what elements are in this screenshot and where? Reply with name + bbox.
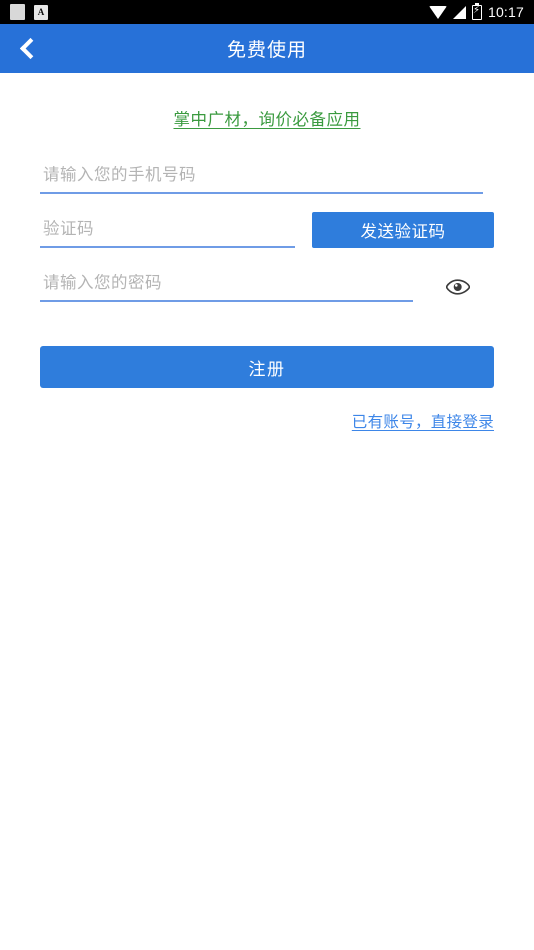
- password-field[interactable]: [40, 266, 413, 302]
- app-bar: 免费使用: [0, 24, 534, 73]
- wifi-icon: [428, 5, 447, 19]
- app-badge-icon: A: [34, 4, 48, 20]
- app-screen: A 10:17 免费使用 掌中广材，询价必备应用: [0, 0, 534, 950]
- code-field-row: 发送验证码: [40, 212, 494, 248]
- notification-square-icon: [10, 4, 25, 20]
- verification-code-field[interactable]: [40, 212, 295, 248]
- eye-icon: [446, 279, 470, 295]
- password-visibility-toggle[interactable]: [444, 272, 472, 302]
- app-slogan: 掌中广材，询价必备应用: [173, 111, 361, 129]
- send-verification-code-button[interactable]: 发送验证码: [312, 212, 494, 248]
- existing-account-login-link[interactable]: 已有账号，直接登录: [352, 414, 494, 431]
- login-link-container: 已有账号，直接登录: [0, 410, 534, 432]
- status-bar-indicators: 10:17: [428, 2, 524, 20]
- chevron-left-icon: [19, 37, 42, 60]
- verification-code-input[interactable]: [40, 219, 295, 239]
- password-input[interactable]: [40, 273, 413, 293]
- register-button[interactable]: 注册: [40, 346, 494, 388]
- registration-content: 掌中广材，询价必备应用 发送验证码: [0, 73, 534, 950]
- password-field-row: [40, 266, 494, 302]
- phone-input[interactable]: [40, 165, 483, 185]
- page-title: 免费使用: [226, 40, 307, 61]
- status-bar: A 10:17: [0, 0, 534, 24]
- status-bar-clock: 10:17: [487, 4, 524, 20]
- phone-field-row: [40, 158, 494, 194]
- status-bar-notifications: A: [10, 4, 48, 20]
- back-button[interactable]: [0, 24, 56, 73]
- battery-charging-icon: [471, 2, 482, 20]
- signal-icon: [452, 5, 466, 19]
- registration-form: 发送验证码: [0, 158, 534, 302]
- phone-field[interactable]: [40, 158, 483, 194]
